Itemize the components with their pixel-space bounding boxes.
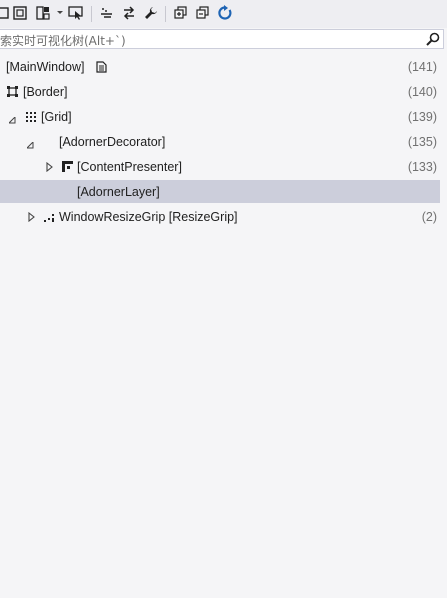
tree-item-label: [Border] (23, 85, 68, 99)
dropdown-arrow-icon[interactable] (57, 11, 63, 14)
tree-item-label: WindowResizeGrip [ResizeGrip] (59, 210, 238, 224)
document-icon[interactable] (96, 61, 107, 73)
search-box[interactable]: 搜索实时可视化树(Alt+`) (0, 29, 444, 49)
preview-selection-icon[interactable] (67, 4, 85, 22)
tree-item-label: [MainWindow] (6, 60, 85, 74)
toolbar-separator (91, 6, 92, 22)
collapse-all-icon[interactable] (194, 4, 212, 22)
expand-all-icon[interactable] (172, 4, 190, 22)
display-adorners-icon[interactable] (11, 4, 29, 22)
expanded-arrow-icon[interactable] (7, 113, 16, 124)
tree-item-count: (2) (421, 210, 437, 224)
tree-item-count: (139) (407, 110, 437, 124)
tree-row-contentpresenter[interactable]: [ContentPresenter] (133) (0, 155, 440, 178)
tree-item-count: (140) (407, 85, 437, 99)
resize-grip-icon (44, 211, 55, 222)
border-icon (7, 86, 18, 97)
content-presenter-icon (62, 161, 73, 172)
search-input[interactable]: 搜索实时可视化树(Alt+`) (0, 32, 126, 49)
grid-icon (26, 111, 37, 122)
tree-row-adornerlayer[interactable]: [AdornerLayer] (0, 180, 440, 203)
collapsed-arrow-icon[interactable] (28, 211, 39, 223)
tree-item-count: (133) (407, 160, 437, 174)
tree-item-count: (141) (407, 60, 437, 74)
collapsed-arrow-icon[interactable] (46, 161, 57, 173)
tree-row-border[interactable]: [Border] (140) (0, 80, 440, 103)
tree-row-adornerdecorator[interactable]: [AdornerDecorator] (135) (0, 130, 440, 153)
show-just-my-xaml-icon[interactable] (97, 4, 115, 22)
tree-row-windowresizegrip[interactable]: WindowResizeGrip [ResizeGrip] (2) (0, 205, 440, 228)
search-icon[interactable] (426, 32, 440, 46)
swap-arrows-icon[interactable] (120, 4, 138, 22)
tree-item-count: (135) (407, 135, 437, 149)
tree-row-grid[interactable]: [Grid] (139) (0, 105, 440, 128)
wrench-icon[interactable] (142, 4, 160, 22)
tree-item-label: [AdornerLayer] (77, 185, 160, 199)
track-focus-icon[interactable] (34, 4, 52, 22)
refresh-icon[interactable] (216, 4, 234, 22)
expanded-arrow-icon[interactable] (25, 138, 34, 149)
toolbar-separator (165, 6, 166, 22)
tree-row-mainwindow[interactable]: [MainWindow] (141) (0, 55, 440, 78)
tree-item-label: [AdornerDecorator] (59, 135, 166, 149)
tree-item-label: [ContentPresenter] (77, 160, 182, 174)
tree-item-label: [Grid] (41, 110, 72, 124)
toolbar (0, 0, 447, 28)
